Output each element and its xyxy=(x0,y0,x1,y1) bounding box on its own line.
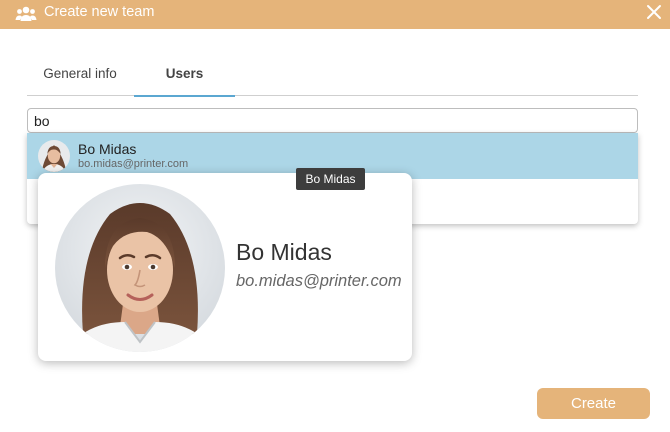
close-icon[interactable] xyxy=(645,3,663,21)
create-button[interactable]: Create xyxy=(537,388,650,419)
tab-bar: General info Users xyxy=(27,56,638,97)
avatar xyxy=(38,140,70,172)
dialog-header: Create new team xyxy=(0,0,670,29)
user-search-input[interactable] xyxy=(27,108,638,133)
profile-name: Bo Midas xyxy=(236,239,332,265)
tab-users-label: Users xyxy=(165,66,204,81)
active-tab-indicator xyxy=(134,95,235,97)
tab-general-info[interactable]: General info xyxy=(27,56,133,96)
user-profile-card: Bo Midas bo.midas@printer.com xyxy=(38,173,412,361)
dialog-title: Create new team xyxy=(44,4,155,20)
tab-users[interactable]: Users xyxy=(134,56,235,97)
profile-photo xyxy=(55,184,225,352)
suggestion-email: bo.midas@printer.com xyxy=(78,158,189,170)
profile-email: bo.midas@printer.com xyxy=(236,272,402,290)
suggestion-name: Bo Midas xyxy=(78,141,137,157)
tooltip: Bo Midas xyxy=(296,168,365,190)
team-icon xyxy=(15,6,37,21)
